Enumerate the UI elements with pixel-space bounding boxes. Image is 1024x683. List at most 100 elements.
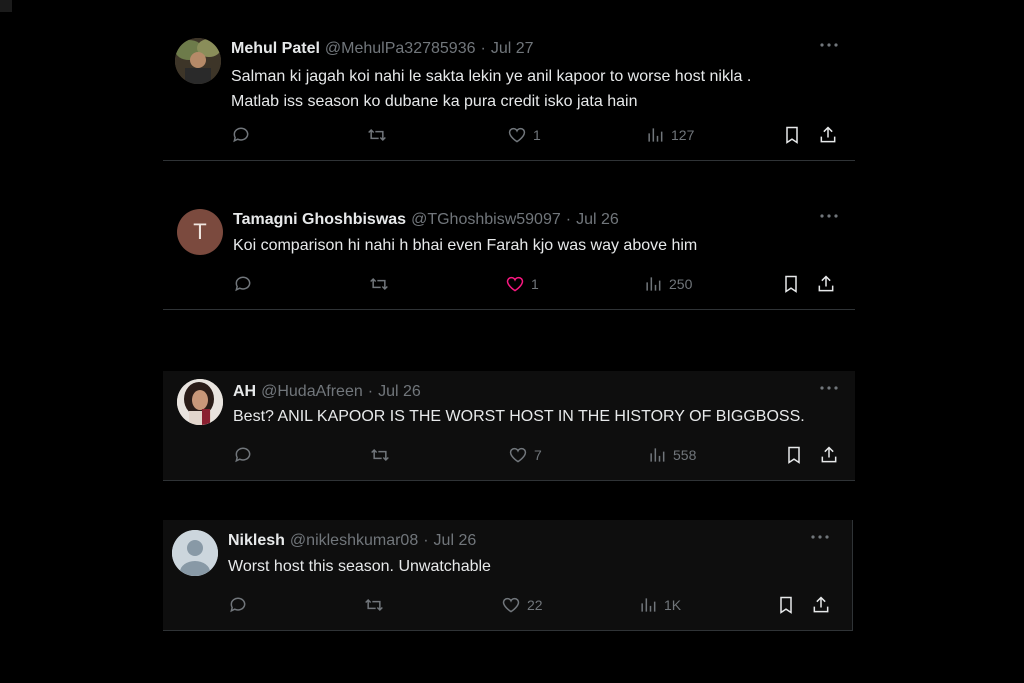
more-icon xyxy=(820,43,838,47)
like-button[interactable]: 1 xyxy=(505,272,539,296)
views-chart-icon xyxy=(650,448,665,462)
tweet-date[interactable]: Jul 27 xyxy=(491,40,534,58)
like-button[interactable]: 1 xyxy=(507,123,541,147)
views-count: 558 xyxy=(673,447,697,463)
avatar-photo xyxy=(177,379,223,425)
reply-icon xyxy=(230,597,246,613)
tweet-card[interactable]: Mehul Patel @MehulPa32785936 · Jul 27 Sa… xyxy=(163,28,855,161)
bookmark-icon xyxy=(786,126,798,144)
views-chart-icon xyxy=(648,128,663,142)
share-button[interactable] xyxy=(818,123,838,147)
tweet-text: Best? ANIL KAPOOR IS THE WORST HOST IN T… xyxy=(233,408,805,425)
avatar[interactable] xyxy=(175,38,221,84)
separator-dot: · xyxy=(480,40,486,57)
retweet-icon xyxy=(368,128,386,142)
heart-icon xyxy=(508,127,526,143)
share-icon xyxy=(813,596,829,613)
tweet-text: Worst host this season. Unwatchable xyxy=(228,558,491,575)
reply-button[interactable] xyxy=(228,593,254,617)
reply-button[interactable] xyxy=(231,123,257,147)
reply-button[interactable] xyxy=(233,443,259,467)
views-count: 250 xyxy=(669,276,693,292)
separator-dot: · xyxy=(367,383,374,400)
author-name[interactable]: Tamagni Ghoshbiswas xyxy=(233,211,406,229)
share-icon xyxy=(818,275,834,292)
corner-artifact xyxy=(0,0,12,12)
avatar[interactable] xyxy=(177,379,223,425)
heart-icon xyxy=(509,447,527,463)
retweet-button[interactable] xyxy=(364,593,390,617)
tweet-card[interactable]: AH @HudaAfreen · Jul 26 Best? ANIL KAPOO… xyxy=(163,371,855,481)
tweet-date[interactable]: Jul 26 xyxy=(576,211,619,229)
views-chart-icon xyxy=(646,277,661,291)
avatar[interactable] xyxy=(172,530,218,576)
views-count: 1K xyxy=(664,597,682,613)
avatar-photo xyxy=(175,38,221,84)
tweet-text: Salman ki jagah koi nahi le sakta lekin … xyxy=(231,68,752,110)
tweet-text: Koi comparison hi nahi h bhai even Farah… xyxy=(233,237,698,254)
action-bar: 1 127 xyxy=(231,123,841,147)
bookmark-icon xyxy=(780,596,792,614)
retweet-icon xyxy=(371,448,389,462)
author-name[interactable]: Niklesh xyxy=(228,532,285,550)
author-name[interactable]: AH xyxy=(233,383,256,401)
views-button[interactable]: 127 xyxy=(645,123,694,147)
tweet-date[interactable]: Jul 26 xyxy=(434,532,477,550)
more-icon xyxy=(820,386,838,390)
heart-icon xyxy=(506,276,524,292)
action-bar: 7 558 xyxy=(233,443,841,467)
tweet-card[interactable]: T Tamagni Ghoshbiswas @TGhoshbisw59097 ·… xyxy=(163,199,855,310)
more-options-button[interactable] xyxy=(817,207,841,225)
tweet-date[interactable]: Jul 26 xyxy=(378,383,421,401)
retweet-button[interactable] xyxy=(370,443,396,467)
more-icon xyxy=(820,214,838,218)
reply-icon xyxy=(235,447,251,463)
heart-icon xyxy=(502,597,520,613)
views-chart-icon xyxy=(641,598,656,612)
like-button[interactable]: 22 xyxy=(501,593,543,617)
share-icon xyxy=(821,446,837,463)
author-handle[interactable]: @MehulPa32785936 xyxy=(325,40,476,58)
more-options-button[interactable] xyxy=(817,379,841,397)
bookmark-icon xyxy=(785,275,797,293)
more-options-button[interactable] xyxy=(817,36,841,54)
action-bar: 1 250 xyxy=(233,272,841,296)
separator-dot: · xyxy=(423,532,429,549)
bookmark-button[interactable] xyxy=(776,593,796,617)
author-handle[interactable]: @TGhoshbisw59097 xyxy=(411,211,561,229)
bookmark-icon xyxy=(788,446,800,464)
share-button[interactable] xyxy=(816,272,836,296)
like-count: 22 xyxy=(527,597,543,613)
separator-dot: · xyxy=(565,211,572,228)
author-handle[interactable]: @nikleshkumar08 xyxy=(290,532,418,550)
like-count: 1 xyxy=(531,276,539,292)
more-options-button[interactable] xyxy=(808,528,832,546)
bookmark-button[interactable] xyxy=(782,123,802,147)
retweet-button[interactable] xyxy=(367,123,393,147)
author-name[interactable]: Mehul Patel xyxy=(231,40,320,58)
retweet-icon xyxy=(370,277,388,291)
like-count: 7 xyxy=(534,447,542,463)
share-button[interactable] xyxy=(811,593,831,617)
views-button[interactable]: 558 xyxy=(647,443,696,467)
default-profile-icon xyxy=(172,530,218,576)
bookmark-button[interactable] xyxy=(784,443,804,467)
views-count: 127 xyxy=(671,127,695,143)
retweet-button[interactable] xyxy=(369,272,395,296)
like-count: 1 xyxy=(533,127,541,143)
action-bar: 22 1K xyxy=(228,593,838,617)
share-button[interactable] xyxy=(819,443,839,467)
tweet-card[interactable]: Niklesh @nikleshkumar08 · Jul 26 Worst h… xyxy=(163,520,853,631)
views-button[interactable]: 1K xyxy=(638,593,681,617)
reply-icon xyxy=(235,276,251,292)
like-button[interactable]: 7 xyxy=(508,443,542,467)
avatar[interactable]: T xyxy=(177,209,223,255)
more-icon xyxy=(811,535,829,539)
retweet-icon xyxy=(365,598,383,612)
bookmark-button[interactable] xyxy=(781,272,801,296)
reply-icon xyxy=(233,127,249,143)
views-button[interactable]: 250 xyxy=(643,272,692,296)
author-handle[interactable]: @HudaAfreen xyxy=(261,383,363,401)
reply-button[interactable] xyxy=(233,272,259,296)
avatar-initial: T xyxy=(193,219,207,244)
